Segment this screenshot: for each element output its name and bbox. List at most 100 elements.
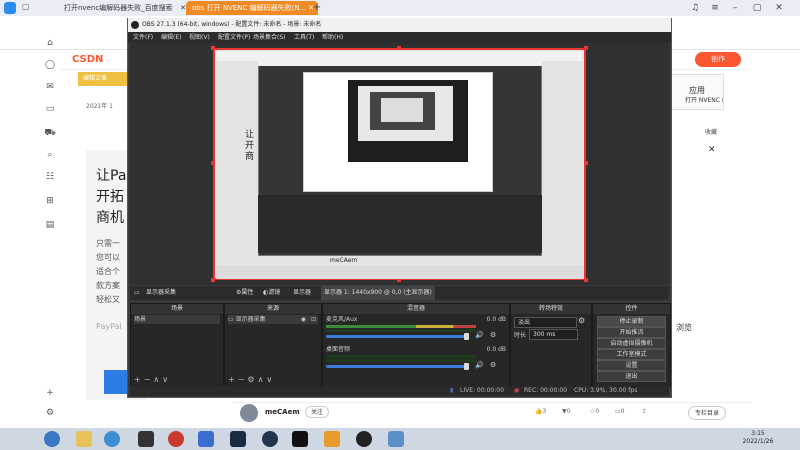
app-panel[interactable]: 应用 打开 NVENC 编解码	[670, 74, 724, 110]
display-select[interactable]: 显示器 1: 1440x900 @ 0,0 (主显示器)	[321, 286, 435, 300]
menu-edit[interactable]: 编辑(E)	[161, 32, 181, 43]
menu-profile[interactable]: 配置文件(P)	[218, 32, 250, 43]
speaker-icon[interactable]: 🔊	[475, 331, 484, 339]
scene-item[interactable]: 场景	[134, 315, 220, 324]
window-app-icon[interactable]	[388, 431, 404, 447]
collect-button[interactable]: 收藏	[705, 127, 717, 136]
volume-knob[interactable]	[464, 333, 469, 340]
resize-handle[interactable]	[211, 161, 215, 165]
resize-handle[interactable]	[211, 278, 215, 282]
new-tab-button[interactable]: +	[310, 1, 324, 15]
qq-icon[interactable]	[198, 431, 214, 447]
resize-handle[interactable]	[584, 278, 588, 282]
tab-baidu-search[interactable]: 打开nvenc编解码器失败_百度搜索 ✕	[58, 1, 190, 15]
transition-select[interactable]: 淡出	[514, 317, 577, 328]
duration-label: 时长	[514, 332, 527, 339]
dislike-count[interactable]: ▼0	[562, 408, 570, 415]
cart-icon[interactable]: ⛟	[44, 127, 56, 139]
dock-title: 场景	[131, 304, 223, 314]
gear-icon[interactable]: ⚙	[578, 316, 585, 325]
steam-icon[interactable]	[230, 431, 246, 447]
filters-button[interactable]: ◐滤镜	[263, 286, 280, 300]
obs-icon[interactable]	[356, 431, 372, 447]
app-icon[interactable]	[262, 431, 278, 447]
dock-title: 转场特效	[511, 304, 591, 314]
source-item[interactable]: ▭ 显示器采集 ◉ ⊡	[228, 315, 318, 324]
taskbar-clock[interactable]: 3:15 2022/1/26	[738, 430, 778, 446]
live-status: LIVE: 00:00:00	[460, 387, 504, 394]
tv-icon[interactable]: ▭	[44, 103, 56, 115]
bell-icon[interactable]: ♫	[686, 0, 704, 16]
resize-handle[interactable]	[211, 46, 215, 50]
close-window-button[interactable]: ✕	[770, 0, 788, 16]
lock-icon[interactable]: ⊡	[311, 315, 316, 324]
favorite-count[interactable]: ☆0	[590, 408, 599, 415]
like-count[interactable]: 👍3	[535, 408, 546, 415]
chat-icon[interactable]: ◯	[44, 59, 56, 71]
menu-view[interactable]: 视图(V)	[189, 32, 210, 43]
browser-icon[interactable]	[104, 431, 120, 447]
eye-icon[interactable]: ◉	[301, 315, 306, 324]
ad-cta-button[interactable]	[104, 370, 128, 394]
grid-icon[interactable]: ⊞	[44, 195, 56, 207]
game-icon[interactable]	[138, 431, 154, 447]
avatar[interactable]	[240, 404, 258, 422]
terminal-icon[interactable]	[292, 431, 308, 447]
doc-icon[interactable]: ▤	[44, 219, 56, 231]
minimize-button[interactable]: –	[726, 0, 744, 16]
music-icon[interactable]	[168, 431, 184, 447]
properties-button[interactable]: ⚙属性	[236, 286, 253, 300]
share-icon[interactable]: ⇪	[642, 408, 647, 415]
resize-handle[interactable]	[397, 46, 401, 50]
volume-knob[interactable]	[464, 363, 469, 370]
nested-ad-text: 让开商	[245, 130, 255, 162]
resize-handle[interactable]	[584, 46, 588, 50]
close-icon[interactable]: ✕	[708, 145, 716, 155]
menu-scene-collection[interactable]: 场景集合(S)	[253, 32, 286, 43]
start-streaming-button[interactable]: 开始推流	[597, 327, 666, 338]
file-explorer-icon[interactable]	[76, 431, 92, 447]
menu-tools[interactable]: 工具(T)	[294, 32, 314, 43]
speaker-icon[interactable]: 🔊	[475, 361, 484, 369]
virtual-camera-button[interactable]: 启动虚拟摄像机	[597, 338, 666, 349]
settings-icon[interactable]: ⚙	[44, 407, 56, 419]
menu-file[interactable]: 文件(F)	[133, 32, 153, 43]
catalog-button[interactable]: 专栏目录	[688, 406, 726, 420]
creator-button[interactable]: 创作	[695, 52, 741, 67]
follow-button[interactable]: 关注	[305, 406, 329, 418]
duration-input[interactable]: 300 ms	[529, 329, 578, 340]
nested-capture-3	[381, 98, 423, 122]
menu-icon[interactable]: ≡	[706, 0, 724, 16]
gear-icon[interactable]: ⚙	[490, 361, 496, 369]
help-app-icon[interactable]	[324, 431, 340, 447]
maximize-button[interactable]: ▢	[748, 0, 766, 16]
add-icon[interactable]: +	[44, 387, 56, 399]
studio-mode-button[interactable]: 工作室模式	[597, 349, 666, 360]
volume-slider[interactable]	[326, 365, 466, 368]
mail-icon[interactable]: ✉	[44, 81, 56, 93]
search-icon[interactable]: ⌕	[44, 149, 56, 161]
volume-slider[interactable]	[326, 335, 466, 338]
comment-count[interactable]: ▭0	[615, 408, 625, 415]
preview-label: 浏览	[676, 323, 692, 332]
exit-button[interactable]: 退出	[597, 371, 666, 382]
settings-button[interactable]: 设置	[597, 360, 666, 371]
start-icon[interactable]	[44, 431, 60, 447]
author-name[interactable]: meCAem	[265, 408, 300, 416]
scene-controls[interactable]: +−∧∨	[134, 375, 171, 384]
menu-help[interactable]: 帮助(H)	[322, 32, 343, 43]
stop-recording-button[interactable]: 停止录制	[597, 316, 666, 327]
ad-headline-line: 商机	[96, 210, 124, 226]
source-controls[interactable]: +−⚙∧∨	[228, 375, 275, 384]
tab-list-icon[interactable]: ▢	[22, 2, 32, 12]
csdn-logo[interactable]: CSDN	[72, 54, 103, 65]
browser-logo[interactable]	[4, 2, 16, 14]
list-icon[interactable]: ☷	[44, 171, 56, 183]
gear-icon[interactable]: ⚙	[490, 331, 496, 339]
home-icon[interactable]: ⌂	[44, 37, 56, 49]
record-icon: ●	[514, 387, 520, 394]
resize-handle[interactable]	[584, 161, 588, 165]
tab-csdn-article[interactable]: obs 打开 NVENC 编解码器失败(N... ✕	[186, 1, 318, 15]
rec-status: REC: 00:00:00	[524, 387, 568, 394]
nested-username: meCAem	[330, 257, 358, 264]
